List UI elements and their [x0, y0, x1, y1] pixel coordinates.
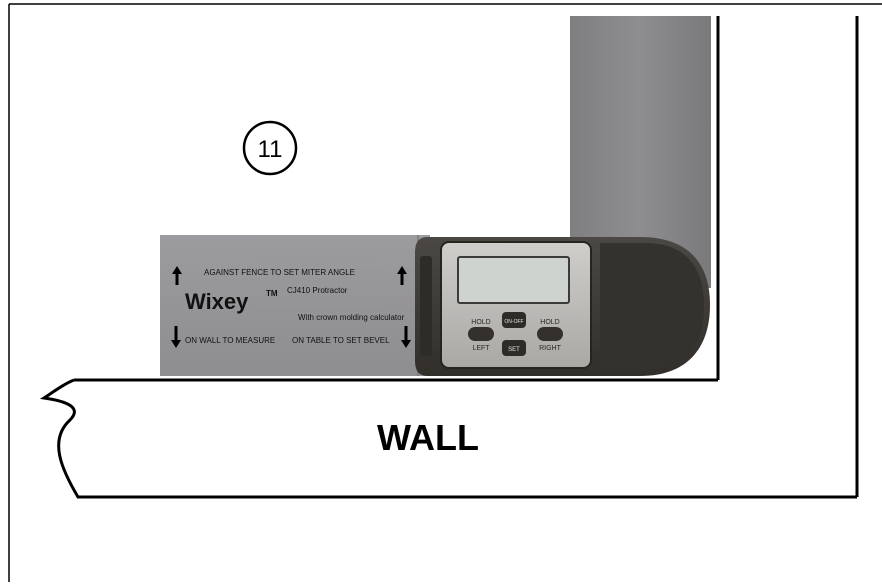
protractor-side-notch [420, 256, 432, 356]
trademark-text: TM [266, 289, 278, 298]
hold-right-label-bottom: RIGHT [539, 345, 562, 352]
hold-left-label-top: HOLD [471, 319, 490, 326]
set-label: SET [508, 347, 520, 353]
bottom-left-instruction-text: ON WALL TO MEASURE [185, 336, 275, 345]
wall-label: WALL [377, 417, 479, 458]
brand-logo-text: Wixey [185, 289, 249, 314]
step-number: 11 [258, 136, 283, 163]
diagram-svg: HOLD LEFT ON-OFF SET HOLD RIGHT AGAINST … [8, 3, 882, 582]
hold-left-button[interactable] [468, 327, 494, 341]
hold-right-label-top: HOLD [540, 319, 559, 326]
on-off-label: ON-OFF [504, 319, 523, 325]
bottom-right-instruction-text: ON TABLE TO SET BEVEL [292, 336, 390, 345]
hold-left-label-bottom: LEFT [472, 345, 490, 352]
subtitle-text: With crown molding calculator [298, 313, 405, 322]
hold-right-button[interactable] [537, 327, 563, 341]
lcd-display [457, 256, 570, 304]
model-text: CJ410 Protractor [287, 286, 348, 295]
diagram-canvas: HOLD LEFT ON-OFF SET HOLD RIGHT AGAINST … [0, 0, 882, 582]
top-instruction-text: AGAINST FENCE TO SET MITER ANGLE [204, 268, 355, 277]
protractor-end-pad [600, 243, 704, 370]
